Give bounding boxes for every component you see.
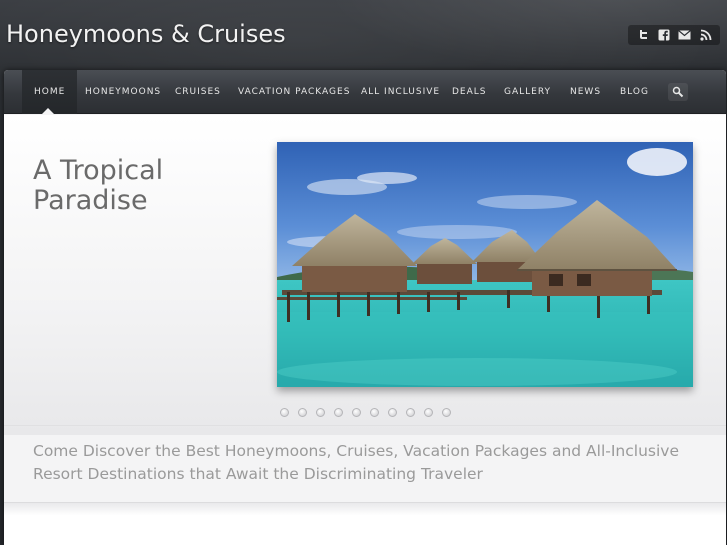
- nav-item-news[interactable]: NEWS: [570, 70, 601, 114]
- slide-dot-6[interactable]: [370, 408, 379, 417]
- slide-dot-8[interactable]: [406, 408, 415, 417]
- slide-dot-7[interactable]: [388, 408, 397, 417]
- main-nav: HOME HONEYMOONS CRUISES VACATION PACKAGE…: [4, 70, 726, 115]
- tagline-line1: Come Discover the Best Honeymoons, Cruis…: [33, 442, 679, 460]
- tagline-line2: Resort Destinations that Await the Discr…: [33, 465, 483, 483]
- section-divider: [4, 425, 726, 426]
- nav-item-honeymoons[interactable]: HONEYMOONS: [85, 70, 161, 114]
- content-footer-band: [4, 502, 726, 545]
- overwater-bungalows-image: [277, 142, 693, 387]
- nav-item-vacation-packages[interactable]: VACATION PACKAGES: [238, 70, 350, 114]
- nav-item-cruises[interactable]: CRUISES: [175, 70, 221, 114]
- email-icon[interactable]: [678, 29, 691, 42]
- hero-slideshow-image[interactable]: [277, 142, 693, 387]
- hero-heading-line1: A Tropical: [33, 155, 164, 186]
- hero-heading-line2: Paradise: [33, 185, 148, 216]
- social-links: [628, 25, 720, 45]
- slideshow-pagination: [280, 408, 451, 418]
- search-icon: [672, 86, 684, 98]
- slide-dot-10[interactable]: [442, 408, 451, 417]
- site-title[interactable]: Honeymoons & Cruises: [6, 20, 286, 48]
- slide-dot-4[interactable]: [334, 408, 343, 417]
- twitter-icon[interactable]: [636, 29, 649, 42]
- slide-dot-5[interactable]: [352, 408, 361, 417]
- content-panel: HOME HONEYMOONS CRUISES VACATION PACKAGE…: [4, 70, 726, 545]
- tagline: Come Discover the Best Honeymoons, Cruis…: [33, 440, 693, 486]
- active-nav-pointer: [41, 108, 55, 115]
- slide-dot-2[interactable]: [298, 408, 307, 417]
- slide-dot-3[interactable]: [316, 408, 325, 417]
- nav-item-deals[interactable]: DEALS: [452, 70, 487, 114]
- slide-dot-9[interactable]: [424, 408, 433, 417]
- hero-heading: A Tropical Paradise: [33, 156, 253, 216]
- nav-item-all-inclusive[interactable]: ALL INCLUSIVE: [361, 70, 440, 114]
- slide-dot-1[interactable]: [280, 408, 289, 417]
- nav-item-blog[interactable]: BLOG: [620, 70, 649, 114]
- search-button[interactable]: [668, 83, 688, 101]
- nav-item-gallery[interactable]: GALLERY: [504, 70, 551, 114]
- facebook-icon[interactable]: [657, 29, 670, 42]
- rss-icon[interactable]: [699, 29, 712, 42]
